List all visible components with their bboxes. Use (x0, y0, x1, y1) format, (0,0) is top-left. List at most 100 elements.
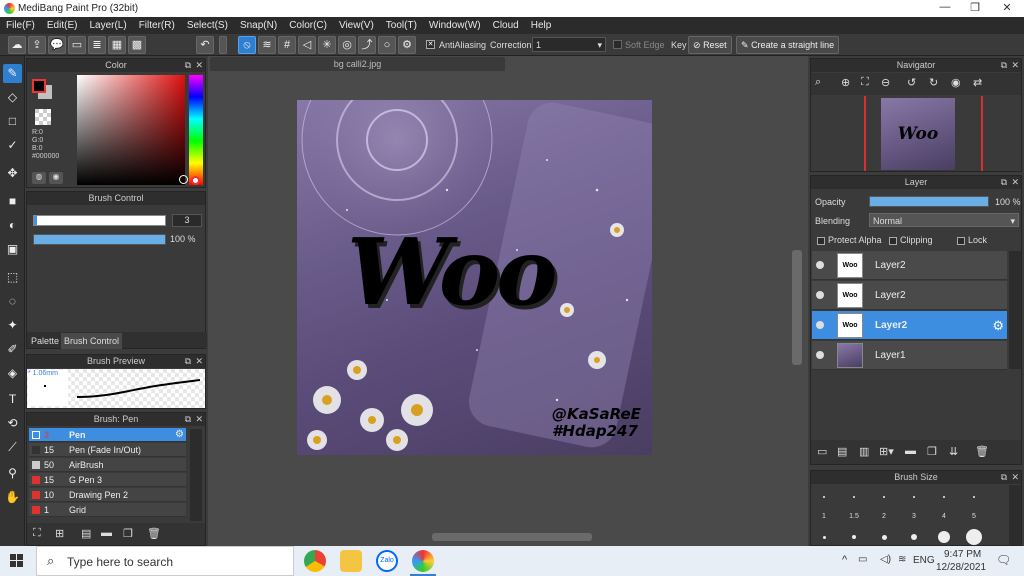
brush-list-scrollbar[interactable] (190, 429, 202, 521)
eyedropper-tool-icon[interactable]: ⚲ (3, 464, 22, 483)
minimize-button[interactable]: — (930, 1, 960, 16)
list-icon[interactable]: ≣ (88, 36, 106, 54)
brush-size-preset-small[interactable] (823, 496, 825, 498)
fill-rect-tool-icon[interactable]: ■ (3, 192, 22, 211)
reset-rotation-icon[interactable]: ◉ (951, 76, 961, 89)
close-icon[interactable]: ✕ (1011, 176, 1019, 189)
operation-tool-icon[interactable]: ⟲ (3, 414, 22, 433)
snap-circle-icon[interactable]: ○ (378, 36, 396, 54)
float-icon[interactable]: ⧉ (185, 59, 191, 72)
volume-icon[interactable]: ◁) (880, 554, 891, 565)
snap-perspective-icon[interactable]: ◁ (298, 36, 316, 54)
snap-parallel-icon[interactable]: ≋ (258, 36, 276, 54)
zoom-fit-icon[interactable]: ⌕ (815, 76, 821, 89)
gear-icon[interactable]: ⚙ (992, 318, 1004, 334)
select-eraser-tool-icon[interactable]: ◈ (3, 364, 22, 383)
tab-palette[interactable]: Palette (29, 335, 61, 347)
float-icon[interactable]: ⧉ (185, 413, 191, 426)
menu-cloud[interactable]: Cloud (487, 17, 525, 34)
new-halftone-layer-icon[interactable]: ▤ (837, 445, 847, 458)
brush-size-preset[interactable] (881, 534, 887, 540)
menu-layer[interactable]: Layer(L) (83, 17, 132, 34)
eye-icon[interactable] (816, 321, 824, 329)
menu-window[interactable]: Window(W) (423, 17, 487, 34)
color-picker-icon[interactable]: ◉ (49, 172, 63, 184)
comment-icon[interactable]: 💬 (48, 36, 66, 54)
flip-icon[interactable]: ⇄ (973, 76, 982, 89)
pen-dot-tool-icon[interactable]: ✓ (3, 136, 22, 155)
select-rect-tool-icon[interactable]: ⬚ (3, 268, 22, 287)
foreground-color-swatch[interactable] (32, 79, 46, 93)
snap-settings-icon[interactable]: ⚙ (398, 36, 416, 54)
dropper-tool-icon[interactable]: ⟋ (3, 438, 22, 457)
lock-checkbox[interactable] (957, 236, 965, 245)
snap-off-icon[interactable]: ⦸ (238, 36, 256, 54)
transparent-swatch[interactable] (35, 109, 51, 125)
chrome-icon[interactable] (304, 550, 326, 572)
rectangle-tool-icon[interactable]: □ (3, 112, 22, 131)
layer-row[interactable]: Woo Layer2 (812, 281, 1007, 310)
zalo-icon[interactable]: Zalo (376, 550, 398, 572)
brush-item[interactable]: 15 G Pen 3 (29, 473, 186, 487)
menu-help[interactable]: Help (525, 17, 558, 34)
copy-brush-icon[interactable]: ❐ (123, 527, 133, 540)
brush-tool-icon[interactable]: ✎ (3, 64, 22, 83)
float-icon[interactable]: ⧉ (185, 355, 191, 368)
lock-option[interactable]: Lock (957, 235, 987, 245)
merge-layer-icon[interactable]: ⇊ (949, 445, 958, 458)
zoom-out-icon[interactable]: ⊖ (881, 76, 890, 89)
layer-row[interactable]: Layer1 (812, 341, 1007, 370)
brush-item[interactable]: 50 AirBrush (29, 458, 186, 472)
search-box[interactable]: ⌕ Type here to search (36, 546, 294, 576)
menu-view[interactable]: View(V) (333, 17, 380, 34)
brush-size-preset[interactable] (938, 531, 950, 543)
canvas-vertical-scrollbar[interactable] (792, 250, 802, 365)
menu-snap[interactable]: Snap(N) (234, 17, 283, 34)
close-icon[interactable]: ✕ (195, 59, 203, 72)
new-color-layer-icon[interactable]: ▥ (859, 445, 869, 458)
close-button[interactable]: ✕ (992, 1, 1022, 16)
brush-size-preset-small[interactable] (883, 496, 885, 498)
hand-tool-icon[interactable]: ✋ (3, 488, 22, 507)
saturation-value-field[interactable] (77, 75, 185, 185)
correction-select[interactable]: 1 ▾ (532, 37, 606, 52)
snap-grid-icon[interactable]: # (278, 36, 296, 54)
layer-row[interactable]: Woo Layer2 (812, 251, 1007, 280)
notification-icon[interactable]: 🗨 (996, 553, 1011, 567)
gradient-tool-icon[interactable]: ▣ (3, 240, 22, 259)
brush-size-slider[interactable] (33, 215, 166, 226)
brush-size-preset-small[interactable] (853, 496, 855, 498)
clock-date[interactable]: 12/28/2021 (936, 562, 986, 573)
float-icon[interactable]: ⧉ (1001, 59, 1007, 72)
cloud-icon[interactable]: ☁ (8, 36, 26, 54)
menu-edit[interactable]: Edit(E) (41, 17, 84, 34)
add-brush-icon[interactable]: ⛶ (33, 527, 41, 540)
magic-wand-tool-icon[interactable]: ✦ (3, 316, 22, 335)
close-icon[interactable]: ✕ (195, 413, 203, 426)
brush-size-scrollbar[interactable] (1009, 485, 1021, 545)
menu-select[interactable]: Select(S) (181, 17, 234, 34)
straight-line-button[interactable]: ✎ Create a straight line (736, 36, 840, 54)
tiles-icon[interactable]: ▩ (128, 36, 146, 54)
page-icon[interactable]: ▭ (68, 36, 86, 54)
windows-start-icon[interactable] (10, 554, 24, 568)
float-icon[interactable]: ⧉ (1001, 176, 1007, 189)
brush-item[interactable]: 10 Drawing Pen 2 (29, 488, 186, 502)
brush-item[interactable]: 3 Pen ⚙ (29, 428, 186, 442)
layer-opacity-slider[interactable] (869, 196, 989, 207)
delete-layer-icon[interactable]: 🗑 (975, 445, 989, 458)
artwork-image[interactable]: Woo @KaSaReE #Hdap247 (297, 100, 652, 455)
hue-cursor[interactable] (191, 176, 200, 185)
duplicate-layer-icon[interactable]: ❐ (927, 445, 937, 458)
maximize-button[interactable]: ❐ (960, 1, 990, 16)
select-pen-tool-icon[interactable]: ✐ (3, 340, 22, 359)
battery-icon[interactable]: ▭ (858, 554, 867, 565)
layer-row[interactable]: Woo Layer2 ⚙ (812, 311, 1007, 340)
layer-folder-icon[interactable]: ▬ (905, 445, 916, 457)
brush-item[interactable]: 1 Grid (29, 503, 186, 517)
soft-edge-checkbox[interactable] (613, 40, 622, 49)
upload-icon[interactable]: ⇪ (28, 36, 46, 54)
brush-size-preset[interactable] (966, 529, 982, 545)
brush-size-preset[interactable] (822, 535, 826, 539)
snap-curve-icon[interactable]: ⤴ (358, 36, 376, 54)
